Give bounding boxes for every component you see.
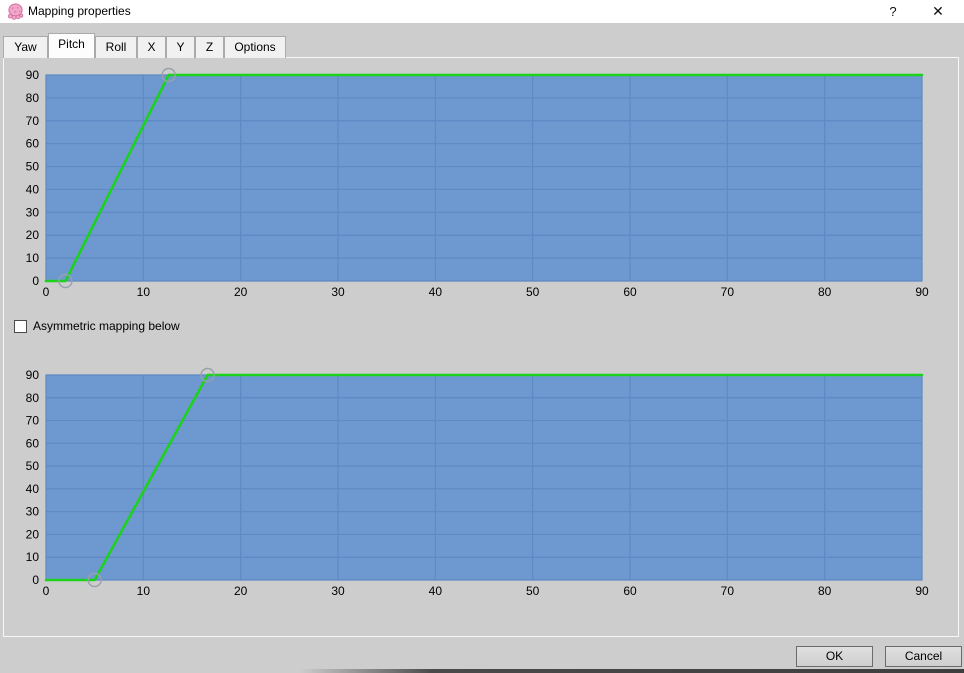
x-tick-label: 60	[623, 285, 637, 299]
opentrack-octopus-icon	[7, 3, 24, 20]
tab-y[interactable]: Y	[166, 36, 195, 58]
y-tick-label: 40	[26, 482, 40, 496]
y-tick-label: 0	[32, 573, 39, 587]
x-tick-label: 30	[331, 285, 345, 299]
y-tick-label: 90	[26, 68, 40, 82]
close-icon[interactable]: ✕	[921, 0, 955, 23]
y-tick-label: 70	[26, 114, 40, 128]
y-tick-label: 10	[26, 251, 40, 265]
x-tick-label: 40	[429, 285, 443, 299]
x-tick-label: 90	[915, 285, 929, 299]
y-tick-label: 50	[26, 160, 40, 174]
x-tick-label: 30	[331, 584, 345, 598]
x-tick-label: 0	[43, 584, 50, 598]
y-tick-label: 50	[26, 459, 40, 473]
tab-z[interactable]: Z	[195, 36, 224, 58]
window-title: Mapping properties	[28, 4, 131, 18]
y-tick-label: 20	[26, 527, 40, 541]
tab-options[interactable]: Options	[224, 36, 286, 58]
y-tick-label: 80	[26, 91, 40, 105]
x-tick-label: 20	[234, 584, 248, 598]
x-tick-label: 20	[234, 285, 248, 299]
x-tick-label: 0	[43, 285, 50, 299]
y-tick-label: 10	[26, 550, 40, 564]
x-tick-label: 70	[721, 285, 735, 299]
mapping-curve-upper[interactable]: 0 10 20 30 40 50 60 70 80 90 0 10 20 30 40 50 60 70 80 90	[0, 60, 964, 300]
x-tick-label: 80	[818, 285, 832, 299]
x-tick-label: 50	[526, 285, 540, 299]
y-tick-label: 30	[26, 205, 40, 219]
y-tick-label: 80	[26, 391, 40, 405]
mapping-properties-dialog: Mapping properties ? ✕ Yaw Pitch Roll X …	[0, 0, 964, 673]
x-tick-label: 40	[429, 584, 443, 598]
tab-pitch[interactable]: Pitch	[48, 33, 95, 58]
x-tick-label: 50	[526, 584, 540, 598]
y-tick-label: 60	[26, 137, 40, 151]
plot-area[interactable]	[45, 74, 923, 282]
y-tick-label: 60	[26, 436, 40, 450]
title-bar[interactable]: Mapping properties ? ✕	[0, 0, 964, 23]
y-tick-label: 90	[26, 368, 40, 382]
y-tick-label: 30	[26, 505, 40, 519]
x-tick-label: 80	[818, 584, 832, 598]
x-tick-label: 60	[623, 584, 637, 598]
tab-roll[interactable]: Roll	[95, 36, 137, 58]
asymmetric-mapping-label: Asymmetric mapping below	[33, 319, 180, 333]
tab-x[interactable]: X	[137, 36, 166, 58]
cancel-button[interactable]: Cancel	[885, 646, 962, 667]
asymmetric-mapping-checkbox[interactable]	[14, 320, 27, 333]
x-tick-label: 10	[137, 584, 151, 598]
x-tick-label: 10	[137, 285, 151, 299]
mapping-curve-lower[interactable]: 0 10 20 30 40 50 60 70 80 90 0 10 20 30 40 50 60 70 80 90	[0, 360, 964, 600]
window-bottom-edge-shadow	[300, 669, 964, 673]
plot-area[interactable]	[45, 374, 923, 581]
tab-yaw[interactable]: Yaw	[3, 36, 48, 58]
ok-button[interactable]: OK	[796, 646, 873, 667]
help-button[interactable]: ?	[876, 0, 910, 23]
x-tick-label: 90	[915, 584, 929, 598]
y-tick-label: 40	[26, 182, 40, 196]
y-tick-label: 70	[26, 414, 40, 428]
asymmetric-mapping-checkbox-row[interactable]: Asymmetric mapping below	[14, 319, 180, 334]
y-tick-label: 0	[32, 274, 39, 288]
x-tick-label: 70	[721, 584, 735, 598]
y-tick-label: 20	[26, 228, 40, 242]
